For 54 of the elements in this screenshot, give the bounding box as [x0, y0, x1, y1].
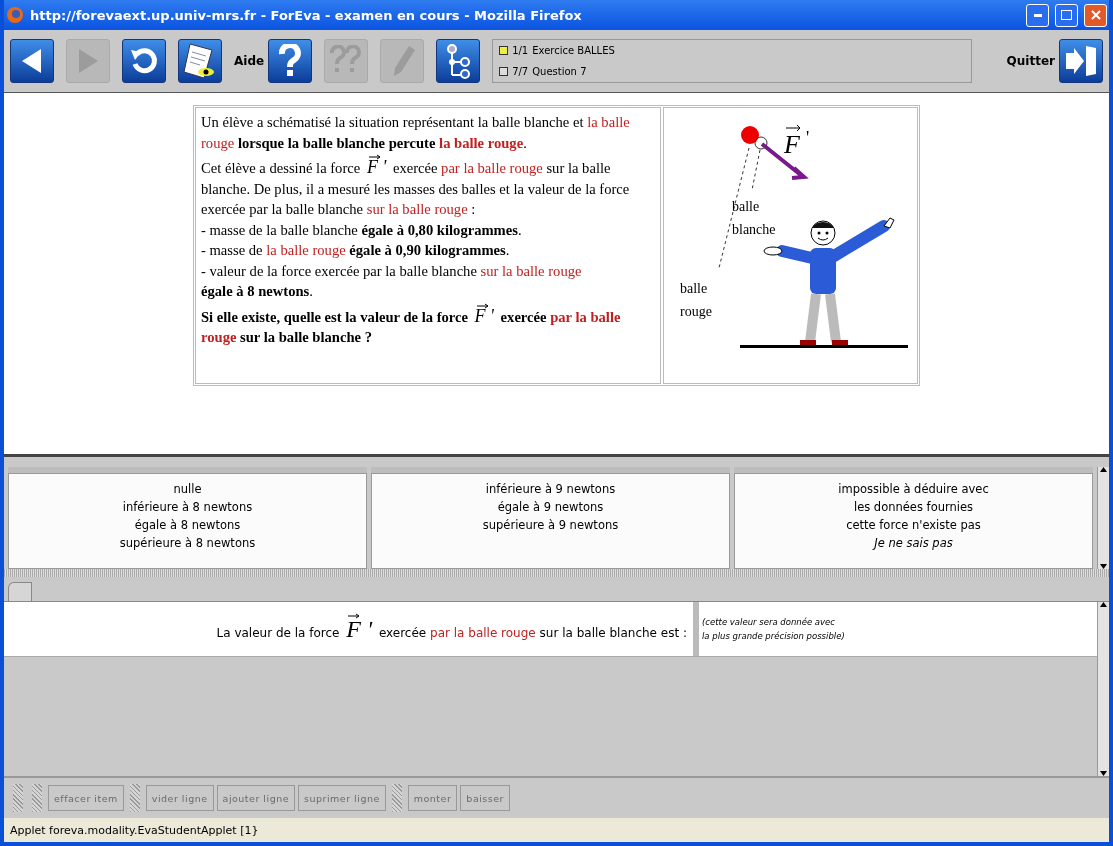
answer-option[interactable]: nulle	[173, 480, 202, 498]
back-button[interactable]	[10, 39, 54, 83]
quit-label: Quitter	[1006, 54, 1055, 68]
answer-option[interactable]: inférieure à 8 newtons	[122, 498, 253, 516]
maximize-button[interactable]	[1055, 3, 1078, 27]
boy-throwing-ball-drawing: F ' balle blanche balle rouge	[664, 108, 915, 383]
toolbar-grip	[32, 784, 42, 812]
square-icon	[499, 46, 509, 55]
quit-button[interactable]	[1059, 39, 1103, 83]
reload-button[interactable]	[122, 39, 166, 83]
progress-count: 1/1	[512, 45, 529, 56]
progress-title: Exercice BALLES	[532, 45, 615, 56]
tree-button[interactable]	[436, 39, 481, 83]
status-text: Applet foreva.modality.EvaStudentApplet [1}	[10, 823, 259, 837]
reload-icon	[129, 46, 159, 76]
toolbar-grip	[391, 784, 402, 812]
answer-option[interactable]: supérieure à 9 newtons	[482, 516, 619, 534]
document-button[interactable]	[178, 39, 222, 83]
answer-option[interactable]: Je ne sais pas	[874, 534, 953, 552]
answer-prompt: La valeur de la force F ' exercée par la balle rouge sur la balle blanche est :	[4, 602, 693, 656]
splitter-handle[interactable]	[4, 569, 1109, 577]
question-mark-icon	[277, 44, 304, 78]
answer-option[interactable]: impossible à déduire avec	[838, 480, 989, 498]
question-paragraph: Cet élève a dessiné la force F ' exercée par la balle rouge sur la balle blanche. De plus, il a mesuré les masses des balles et la valeur de la force exercée par la balle blanche sur la balle rouge : - masse de la balle blanche égale à 0,80 kilogrammes. - masse de la balle rouge égale à 0,90 kilogrammes. - valeur de la force exercée par la balle blanche sur la balle rouge égale à 8 newtons.	[201, 158, 655, 302]
browser-logo-icon	[6, 6, 24, 24]
toolbar-grip	[129, 784, 140, 812]
question-paragraph: Un élève a schématisé la situation représentant la balle blanche et la balle rouge lorsque la balle blanche percute la balle rouge.	[201, 113, 631, 153]
answer-option[interactable]: égale à 9 newtons	[497, 498, 604, 516]
close-button[interactable]	[1084, 3, 1107, 27]
scroll-down-icon[interactable]	[1100, 771, 1107, 776]
answer-option[interactable]: inférieure à 9 newtons	[485, 480, 616, 498]
minimize-button[interactable]	[1026, 3, 1049, 27]
answer-option[interactable]: supérieure à 8 newtons	[119, 534, 256, 552]
scroll-up-icon[interactable]	[1100, 602, 1107, 607]
vector-arrow-icon	[347, 613, 362, 619]
answer-option[interactable]: égale à 8 newtons	[134, 516, 241, 534]
scrollbar[interactable]	[1097, 602, 1109, 776]
answer-option[interactable]: les données fournies	[853, 498, 974, 516]
question-paragraph: Si elle existe, quelle est la valeur de la force F ' exercée par la balle rouge sur la balle blanche ?	[201, 306, 655, 348]
exit-door-icon	[1064, 43, 1098, 79]
toolbar-grip	[13, 784, 23, 812]
scrollbar[interactable]	[1097, 467, 1109, 569]
progress-title: Question 7	[532, 66, 587, 77]
minimize-icon	[1033, 13, 1042, 17]
progress-count: 7/7	[512, 66, 529, 77]
close-icon	[1090, 10, 1101, 20]
vector-arrow-icon	[475, 302, 490, 309]
vector-arrow-icon	[367, 154, 382, 160]
answer-option[interactable]: cette force n'existe pas	[846, 516, 981, 534]
help-button[interactable]	[268, 39, 313, 83]
maximize-icon	[1061, 10, 1072, 20]
help-label: Aide	[234, 54, 265, 68]
square-icon	[499, 67, 509, 76]
window-title: http://forevaext.up.univ-mrs.fr - ForEva - examen en cours - Mozilla Firefox	[30, 7, 583, 23]
